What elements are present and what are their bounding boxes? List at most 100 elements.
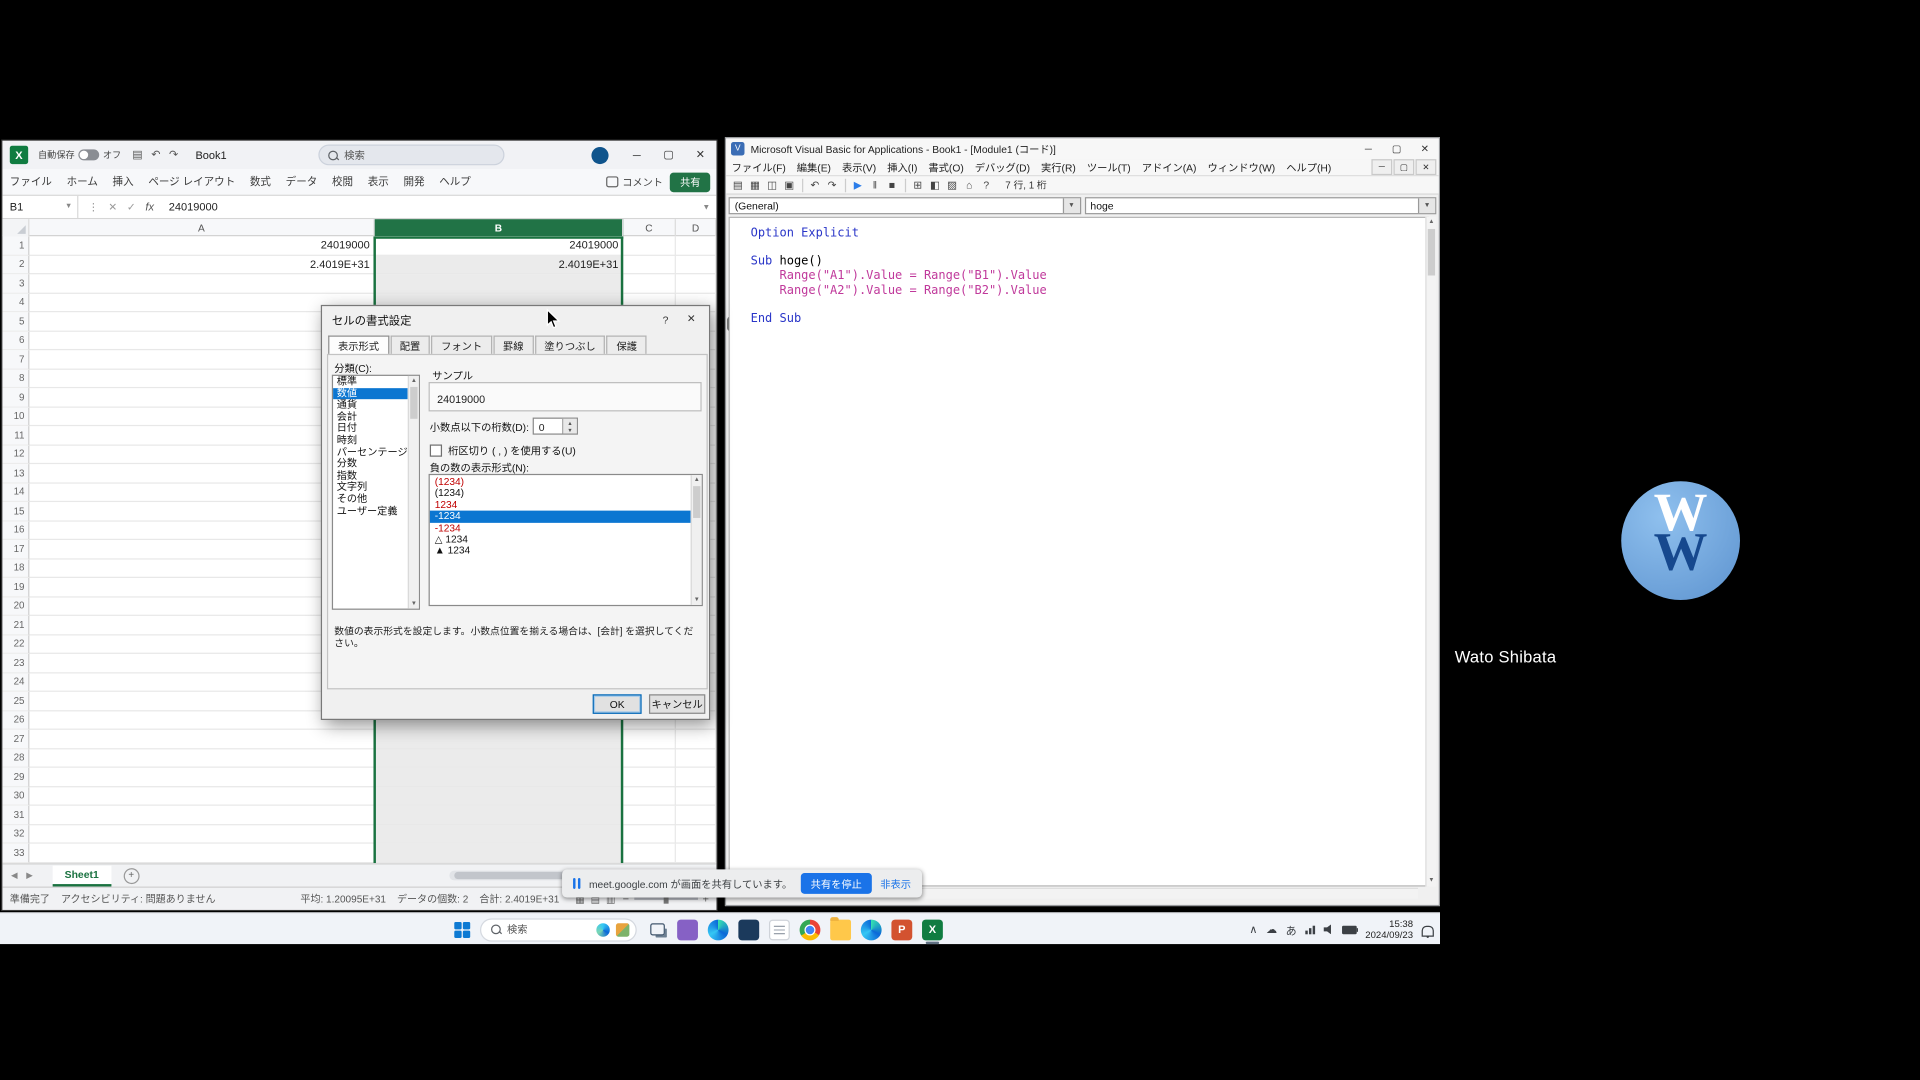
vba-toolbar-icon[interactable]: ‖ <box>867 177 883 193</box>
scroll-up-icon[interactable]: ▲ <box>692 475 702 485</box>
row-header-19[interactable]: 19 <box>2 578 29 597</box>
row-header-8[interactable]: 8 <box>2 369 29 388</box>
expand-formula-bar-icon[interactable]: ▼ <box>702 203 710 212</box>
cell-D2[interactable] <box>676 255 716 274</box>
cell-A1[interactable]: 24019000 <box>29 236 374 255</box>
cell-B2[interactable]: 2.4019E+31 <box>375 255 624 274</box>
category-item[interactable]: 時刻 <box>333 435 408 447</box>
row-header-25[interactable]: 25 <box>2 692 29 711</box>
vba-toolbar-icon[interactable]: ▦ <box>747 177 763 193</box>
thousands-separator-checkbox[interactable]: 桁区切り ( , ) を使用する(U) <box>430 443 576 458</box>
app-purple-taskbar-icon[interactable] <box>672 915 703 944</box>
row-header-7[interactable]: 7 <box>2 350 29 369</box>
share-button[interactable]: 共有 <box>670 172 710 192</box>
negative-formats-scrollbar[interactable]: ▲ ▼ <box>691 475 702 605</box>
vba-menu-挿入(I)[interactable]: 挿入(I) <box>882 160 923 175</box>
row-header-29[interactable]: 29 <box>2 768 29 787</box>
cell-C1[interactable] <box>623 236 676 255</box>
cell-A2[interactable]: 2.4019E+31 <box>29 255 374 274</box>
zoom-track[interactable] <box>634 898 698 900</box>
autosave-switch-icon[interactable] <box>78 149 99 160</box>
cell-C2[interactable] <box>623 255 676 274</box>
task-view-taskbar-icon[interactable] <box>642 915 673 944</box>
negative-format-item[interactable]: (1234) <box>430 476 691 488</box>
volume-icon[interactable] <box>1324 924 1334 934</box>
formula-input[interactable]: 24019000 <box>169 201 218 213</box>
comments-button[interactable]: コメント <box>606 174 663 189</box>
edge-taskbar-icon[interactable] <box>703 915 734 944</box>
vba-menu-ツール(T)[interactable]: ツール(T) <box>1081 160 1136 175</box>
ime-indicator[interactable]: あ <box>1286 921 1297 937</box>
spinner-down-icon[interactable]: ▼ <box>567 427 572 433</box>
status-stat[interactable]: 合計: 2.4019E+31 <box>479 891 559 906</box>
object-dropdown[interactable]: (General) ▼ <box>729 197 1081 214</box>
notepad-taskbar-icon[interactable] <box>764 915 795 944</box>
scroll-down-icon[interactable]: ▼ <box>1427 876 1437 887</box>
excel-taskbar-icon[interactable]: X <box>917 915 948 944</box>
status-stat[interactable]: 平均: 1.20095E+31 <box>300 891 386 906</box>
row-header-6[interactable]: 6 <box>2 331 29 350</box>
row-header-12[interactable]: 12 <box>2 445 29 464</box>
user-avatar[interactable] <box>591 146 608 163</box>
cell-B31[interactable] <box>375 806 624 825</box>
cell-C31[interactable] <box>623 806 676 825</box>
select-all-corner[interactable] <box>2 219 29 236</box>
cell-C32[interactable] <box>623 825 676 844</box>
code-editor[interactable]: Option Explicit Sub hoge() Range("A1").V… <box>729 217 1429 887</box>
cell-D3[interactable] <box>676 274 716 293</box>
scroll-up-icon[interactable]: ▲ <box>1427 217 1437 228</box>
row-header-14[interactable]: 14 <box>2 483 29 502</box>
negative-format-item[interactable]: (1234) <box>430 488 691 500</box>
vba-maximize-button[interactable]: ▢ <box>1382 140 1410 158</box>
cell-D33[interactable] <box>676 844 716 863</box>
cancel-button[interactable]: キャンセル <box>649 694 705 714</box>
network-icon[interactable] <box>1305 924 1315 934</box>
row-header-1[interactable]: 1 <box>2 236 29 255</box>
category-scrollbar[interactable]: ▲ ▼ <box>408 376 419 609</box>
start-button[interactable] <box>448 916 475 943</box>
row-header-11[interactable]: 11 <box>2 426 29 445</box>
vba-toolbar-icon[interactable]: ↶ <box>807 177 823 193</box>
category-item[interactable]: その他 <box>333 493 408 505</box>
vba-menu-ヘルプ(H)[interactable]: ヘルプ(H) <box>1281 160 1337 175</box>
mdi-minimize-button[interactable]: ─ <box>1371 159 1392 175</box>
row-header-9[interactable]: 9 <box>2 388 29 407</box>
row-header-30[interactable]: 30 <box>2 787 29 806</box>
spinner-up-icon[interactable]: ▲ <box>567 419 572 425</box>
ribbon-tab-ページ レイアウト[interactable]: ページ レイアウト <box>141 169 243 195</box>
ribbon-tab-表示[interactable]: 表示 <box>360 169 396 195</box>
cell-B30[interactable] <box>375 787 624 806</box>
row-header-22[interactable]: 22 <box>2 635 29 654</box>
scroll-down-icon[interactable]: ▼ <box>409 599 419 609</box>
vba-menu-ファイル(F)[interactable]: ファイル(F) <box>726 160 791 175</box>
cell-C27[interactable] <box>623 730 676 749</box>
category-item[interactable]: ユーザー定義 <box>333 505 408 517</box>
ribbon-tab-開発[interactable]: 開発 <box>396 169 432 195</box>
row-header-32[interactable]: 32 <box>2 825 29 844</box>
insert-function-icon[interactable]: fx <box>145 201 154 213</box>
negative-format-item[interactable]: ▲ 1234 <box>430 545 691 557</box>
row-header-33[interactable]: 33 <box>2 844 29 863</box>
cell-A32[interactable] <box>29 825 374 844</box>
vba-toolbar-icon[interactable]: ◧ <box>927 177 943 193</box>
dialog-close-button[interactable]: ✕ <box>678 310 704 328</box>
vba-menu-実行(R)[interactable]: 実行(R) <box>1036 160 1082 175</box>
vba-close-button[interactable]: ✕ <box>1411 140 1439 158</box>
cell-A31[interactable] <box>29 806 374 825</box>
row-header-15[interactable]: 15 <box>2 502 29 521</box>
cell-C33[interactable] <box>623 844 676 863</box>
decimal-places-spinner[interactable]: 0 ▲ ▼ <box>533 418 578 435</box>
cell-D27[interactable] <box>676 730 716 749</box>
cell-D30[interactable] <box>676 787 716 806</box>
cell-A28[interactable] <box>29 749 374 768</box>
cell-B29[interactable] <box>375 768 624 787</box>
onedrive-icon[interactable]: ☁ <box>1266 923 1277 936</box>
code-vertical-scrollbar[interactable]: ▲ ▼ <box>1425 217 1436 887</box>
taskbar-clock[interactable]: 15:38 2024/09/23 <box>1365 918 1413 940</box>
sheet-nav-right-icon[interactable]: ▶ <box>26 871 33 881</box>
cell-B28[interactable] <box>375 749 624 768</box>
row-header-26[interactable]: 26 <box>2 711 29 730</box>
row-header-28[interactable]: 28 <box>2 749 29 768</box>
vba-toolbar-icon[interactable]: ■ <box>884 177 900 193</box>
cell-D1[interactable] <box>676 236 716 255</box>
